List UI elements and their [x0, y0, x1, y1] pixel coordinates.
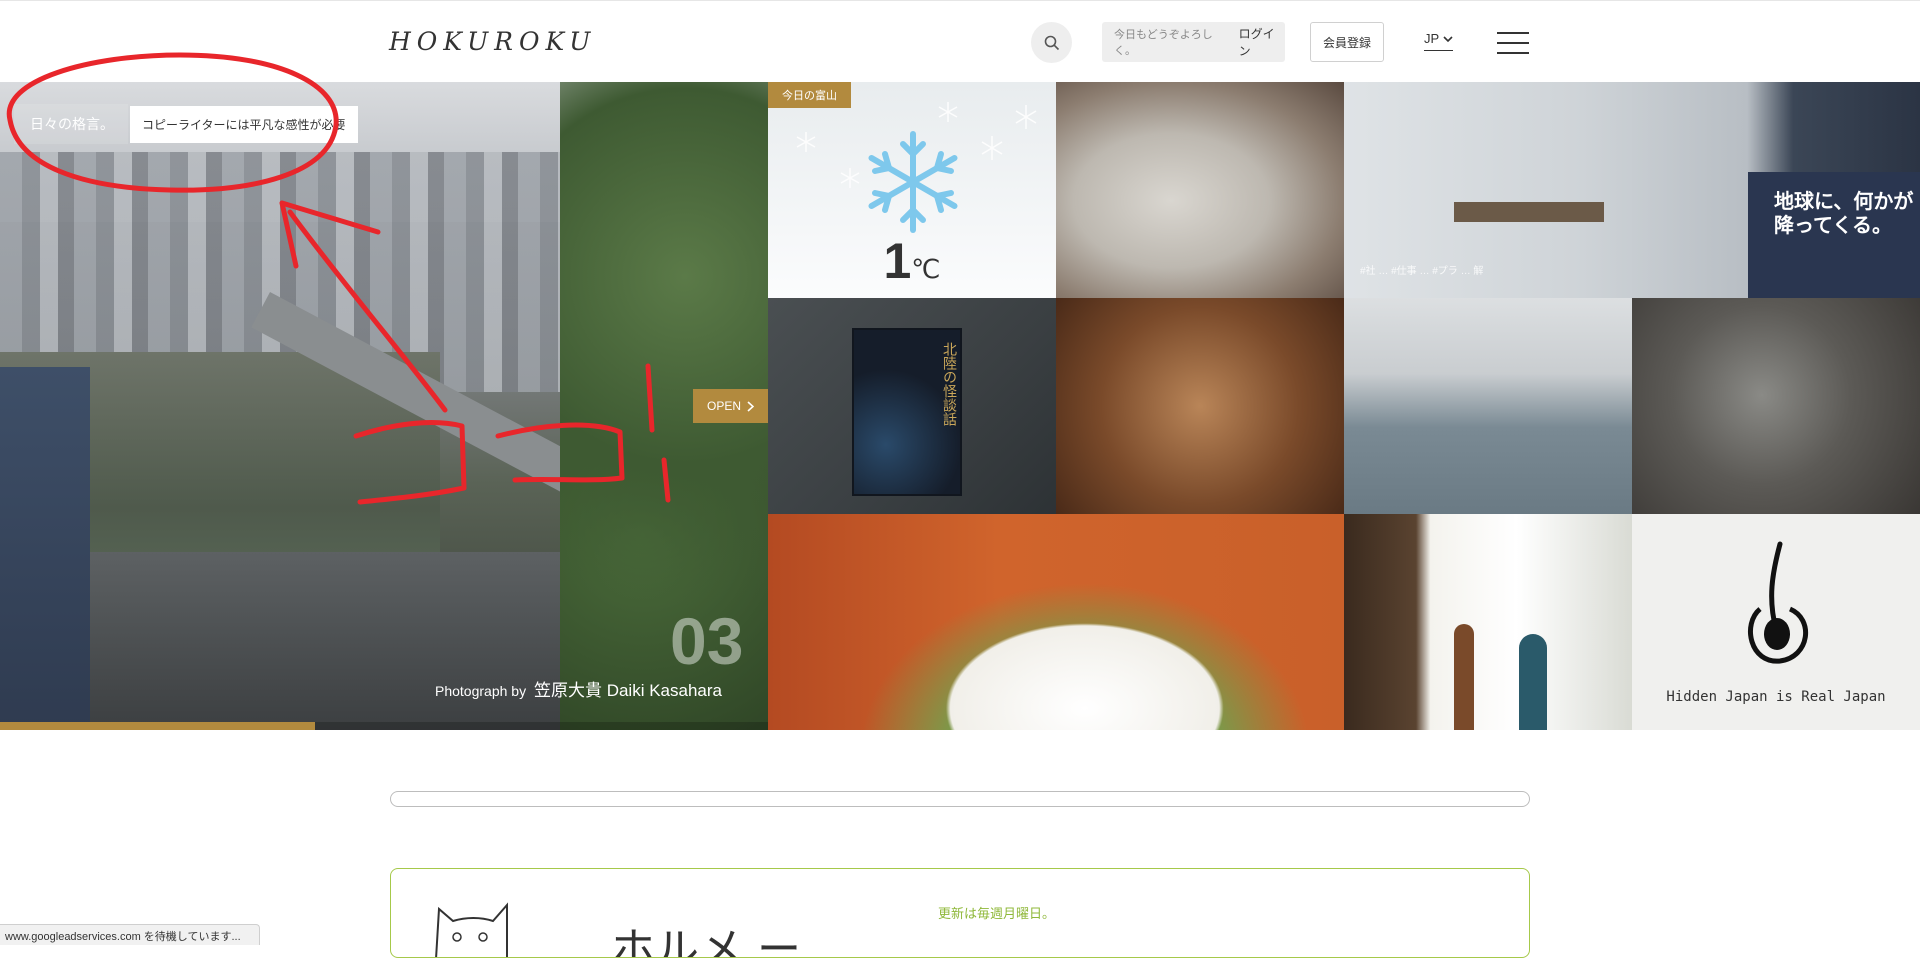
update-notice: 更新は毎週月曜日。 — [938, 906, 1056, 921]
chevron-down-icon — [1443, 35, 1453, 42]
photo-tile-tools[interactable] — [1632, 298, 1920, 514]
slideshow-progress — [0, 722, 768, 730]
hidden-japan-tagline: Hidden Japan is Real Japan — [1666, 689, 1886, 705]
login-label: ログイン — [1238, 27, 1275, 58]
site-logo[interactable]: HOKUROKU — [389, 27, 596, 56]
site-header: HOKUROKU 今日もどうぞよろしく。 ログイン 会員登録 JP — [0, 0, 1920, 82]
open-label: OPEN — [706, 399, 741, 413]
banner-title: ホルメ ー — [611, 924, 801, 958]
photo-tile-cat[interactable] — [1056, 82, 1344, 298]
photo-credit-name: 笠原大貴 Daiki Kasahara — [533, 681, 722, 700]
hamburger-menu-icon[interactable] — [1497, 30, 1529, 56]
photo-tile-vase[interactable] — [1344, 514, 1632, 730]
office-poster: 地球に、何かが降ってくる。 — [1748, 172, 1920, 298]
daily-quote: 日々の格言。 コピーライターには平凡な感性が必要 — [14, 104, 358, 144]
browser-status-bar: www.googleadservices.com を待機しています... — [0, 924, 260, 945]
photo-tile-doll[interactable] — [1056, 298, 1344, 514]
cat-sketch-icon — [435, 902, 508, 957]
weather-tile[interactable]: 今日の富山 1℃ — [768, 82, 1056, 298]
hero-slideshow[interactable]: 日々の格言。 コピーライターには平凡な感性が必要 OPEN 03 Photogr… — [0, 82, 768, 730]
search-button[interactable] — [1031, 22, 1072, 63]
slide-number: 03 — [670, 604, 744, 678]
login-greeting: 今日もどうぞよろしく。 — [1114, 29, 1213, 57]
weather-temperature: 1℃ — [768, 232, 1056, 290]
weather-temperature-value: 1 — [883, 233, 912, 289]
open-button[interactable]: OPEN — [693, 389, 768, 423]
daily-quote-text: コピーライターには平凡な感性が必要 — [130, 105, 358, 143]
weather-temperature-unit: ℃ — [911, 254, 941, 284]
photo-tile-town[interactable] — [1344, 298, 1632, 514]
site-search-input[interactable] — [390, 791, 1530, 807]
chevron-right-icon — [747, 400, 754, 412]
book-title: 北陸の怪談話 — [852, 328, 962, 496]
search-icon — [1044, 35, 1059, 50]
login-button[interactable]: 今日もどうぞよろしく。 ログイン — [1102, 22, 1285, 62]
photo-tile-office[interactable]: #社 … #仕事 … #プラ … 解 地球に、何かが降ってくる。 — [1344, 82, 1920, 298]
register-button[interactable]: 会員登録 — [1310, 22, 1384, 62]
photo-credit-prefix: Photograph by — [435, 683, 527, 699]
daily-quote-title: 日々の格言。 — [14, 104, 128, 144]
photo-tile-book[interactable]: 北陸の怪談話 — [768, 298, 1056, 514]
photo-credit: Photograph by 笠原大貴 Daiki Kasahara — [435, 676, 722, 701]
hidden-japan-logo-icon — [1748, 541, 1808, 664]
language-label: JP — [1424, 31, 1440, 46]
slideshow-progress-fill — [0, 722, 315, 730]
hidden-japan-tile[interactable]: Hidden Japan is Real Japan — [1632, 514, 1920, 730]
office-caption: #社 … #仕事 … #プラ … 解 — [1360, 266, 1484, 277]
photo-tile-ramen[interactable] — [768, 514, 1344, 730]
language-selector[interactable]: JP — [1424, 31, 1454, 51]
